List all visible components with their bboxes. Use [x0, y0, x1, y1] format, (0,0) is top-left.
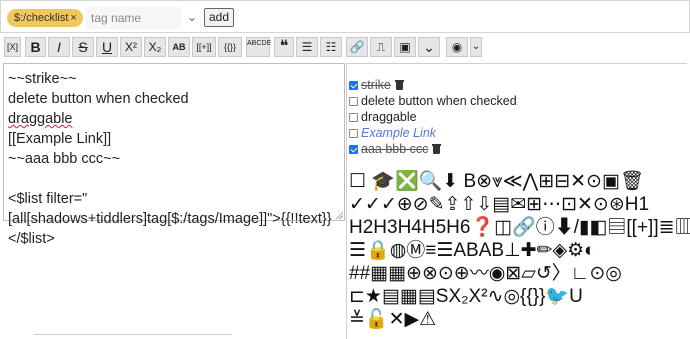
checklist-item-label: strike: [361, 78, 391, 92]
icon-row: ☐ 🎓❎🔍⬇ B⊗⩔≪⋀⊞⊟✕⊙▣🗑: [349, 171, 645, 192]
superscript-button[interactable]: X²: [120, 37, 142, 57]
checkbox[interactable]: [349, 113, 358, 122]
editor-line: ~~strike~~: [8, 71, 77, 87]
preview-toggle-button[interactable]: ◉: [446, 37, 468, 57]
picture-button[interactable]: ▣: [394, 37, 416, 57]
preview-type-button[interactable]: ⌄: [470, 37, 482, 57]
checkbox[interactable]: [349, 129, 358, 138]
add-tag-button[interactable]: add: [204, 8, 235, 27]
preview-pane: strike delete button when checked dragga…: [346, 63, 690, 339]
underline-button[interactable]: U: [96, 37, 118, 57]
smallcaps-button[interactable]: AB: [168, 37, 190, 57]
transclude-button[interactable]: [[+]]: [192, 37, 216, 57]
editor-line: ~~aaa bbb ccc~~: [8, 151, 121, 167]
checklist-item[interactable]: delete button when checked: [349, 93, 517, 109]
checklist-item[interactable]: aaa bbb ccc: [349, 141, 442, 157]
icon-row: ≚🔓✕▶⚠: [349, 309, 437, 330]
tag-pill[interactable]: $:/checklist ×: [7, 9, 83, 27]
checklist-item[interactable]: Example Link: [349, 125, 436, 141]
strikethrough-button[interactable]: S: [72, 37, 94, 57]
text-editor[interactable]: ~~strike~~ delete button when checked dr…: [3, 63, 345, 247]
icon-row: ☰🔒◍Ⓜ≡☰ABAB⊥✚✏◈⚙◐: [349, 240, 596, 261]
checkbox[interactable]: [349, 145, 358, 154]
checklist-item[interactable]: strike: [349, 77, 404, 93]
divider: [34, 334, 232, 335]
bullet-list-button[interactable]: ☰: [296, 37, 318, 57]
tag-name-input[interactable]: [86, 7, 181, 29]
icon-row: ⊏★▤▦▤SX₂X²∿◎{{}}🐦U: [349, 286, 583, 307]
icon-row: H2H3H4H5H6❓◫🔗ⓘ⬇/▮◧▤[[+]]≣▥: [349, 217, 690, 238]
subscript-button[interactable]: X₂: [144, 37, 166, 57]
image-icons-list: ☐ 🎓❎🔍⬇ B⊗⩔≪⋀⊞⊟✕⊙▣🗑 ✓✓✓⊕⊘✎⇪⇧⇩▤✉⊞⋯⊡✕⊙⊛H1 H…: [349, 171, 690, 339]
checkbox[interactable]: [349, 81, 358, 90]
example-link[interactable]: Example Link: [361, 126, 436, 140]
editor-line: draggable: [8, 111, 73, 127]
checklist-item-label: aaa bbb ccc: [361, 142, 429, 156]
mono-block-button[interactable]: ABCDE: [246, 37, 271, 57]
tag-pill-label: $:/checklist: [14, 12, 69, 24]
editor-line: [[Example Link]]: [8, 131, 112, 147]
stamp-button[interactable]: ⎍: [370, 37, 392, 57]
bold-button[interactable]: B: [25, 37, 46, 57]
number-list-button[interactable]: ☷: [320, 37, 342, 57]
trash-icon[interactable]: [432, 144, 442, 154]
excise-button[interactable]: [X]: [4, 37, 21, 57]
quote-button[interactable]: ❝: [274, 37, 294, 57]
icon-row: ✓✓✓⊕⊘✎⇪⇧⇩▤✉⊞⋯⊡✕⊙⊛H1: [349, 194, 650, 215]
editor-line: delete button when checked: [8, 91, 189, 107]
link-button[interactable]: 🔗: [346, 37, 368, 57]
checklist-item-label: delete button when checked: [361, 94, 517, 108]
checklist-item[interactable]: draggable: [349, 109, 417, 125]
italic-button[interactable]: I: [48, 37, 70, 57]
chevron-down-icon[interactable]: ⌄: [184, 8, 200, 26]
checkbox[interactable]: [349, 97, 358, 106]
resize-handle[interactable]: [335, 211, 343, 219]
trash-icon[interactable]: [394, 80, 404, 90]
editor-line: <$list filter="[all[shadows+tiddlers]tag…: [8, 191, 332, 247]
tag-remove-icon[interactable]: ×: [70, 12, 76, 24]
icon-row: ##▦▦⊕⊗⊙⊕〰◉⊠▱↺〉∟⊙◎: [349, 263, 622, 284]
editor-toolbar: [X] B I S U X² X₂ AB [[+]] {{}} ABCDE ❝ …: [4, 37, 488, 59]
more-dropdown-button[interactable]: ⌄: [418, 37, 440, 57]
tag-bar: $:/checklist× ⌄ add: [0, 0, 690, 33]
macro-button[interactable]: {{}}: [218, 37, 242, 57]
checklist-item-label: draggable: [361, 110, 417, 124]
